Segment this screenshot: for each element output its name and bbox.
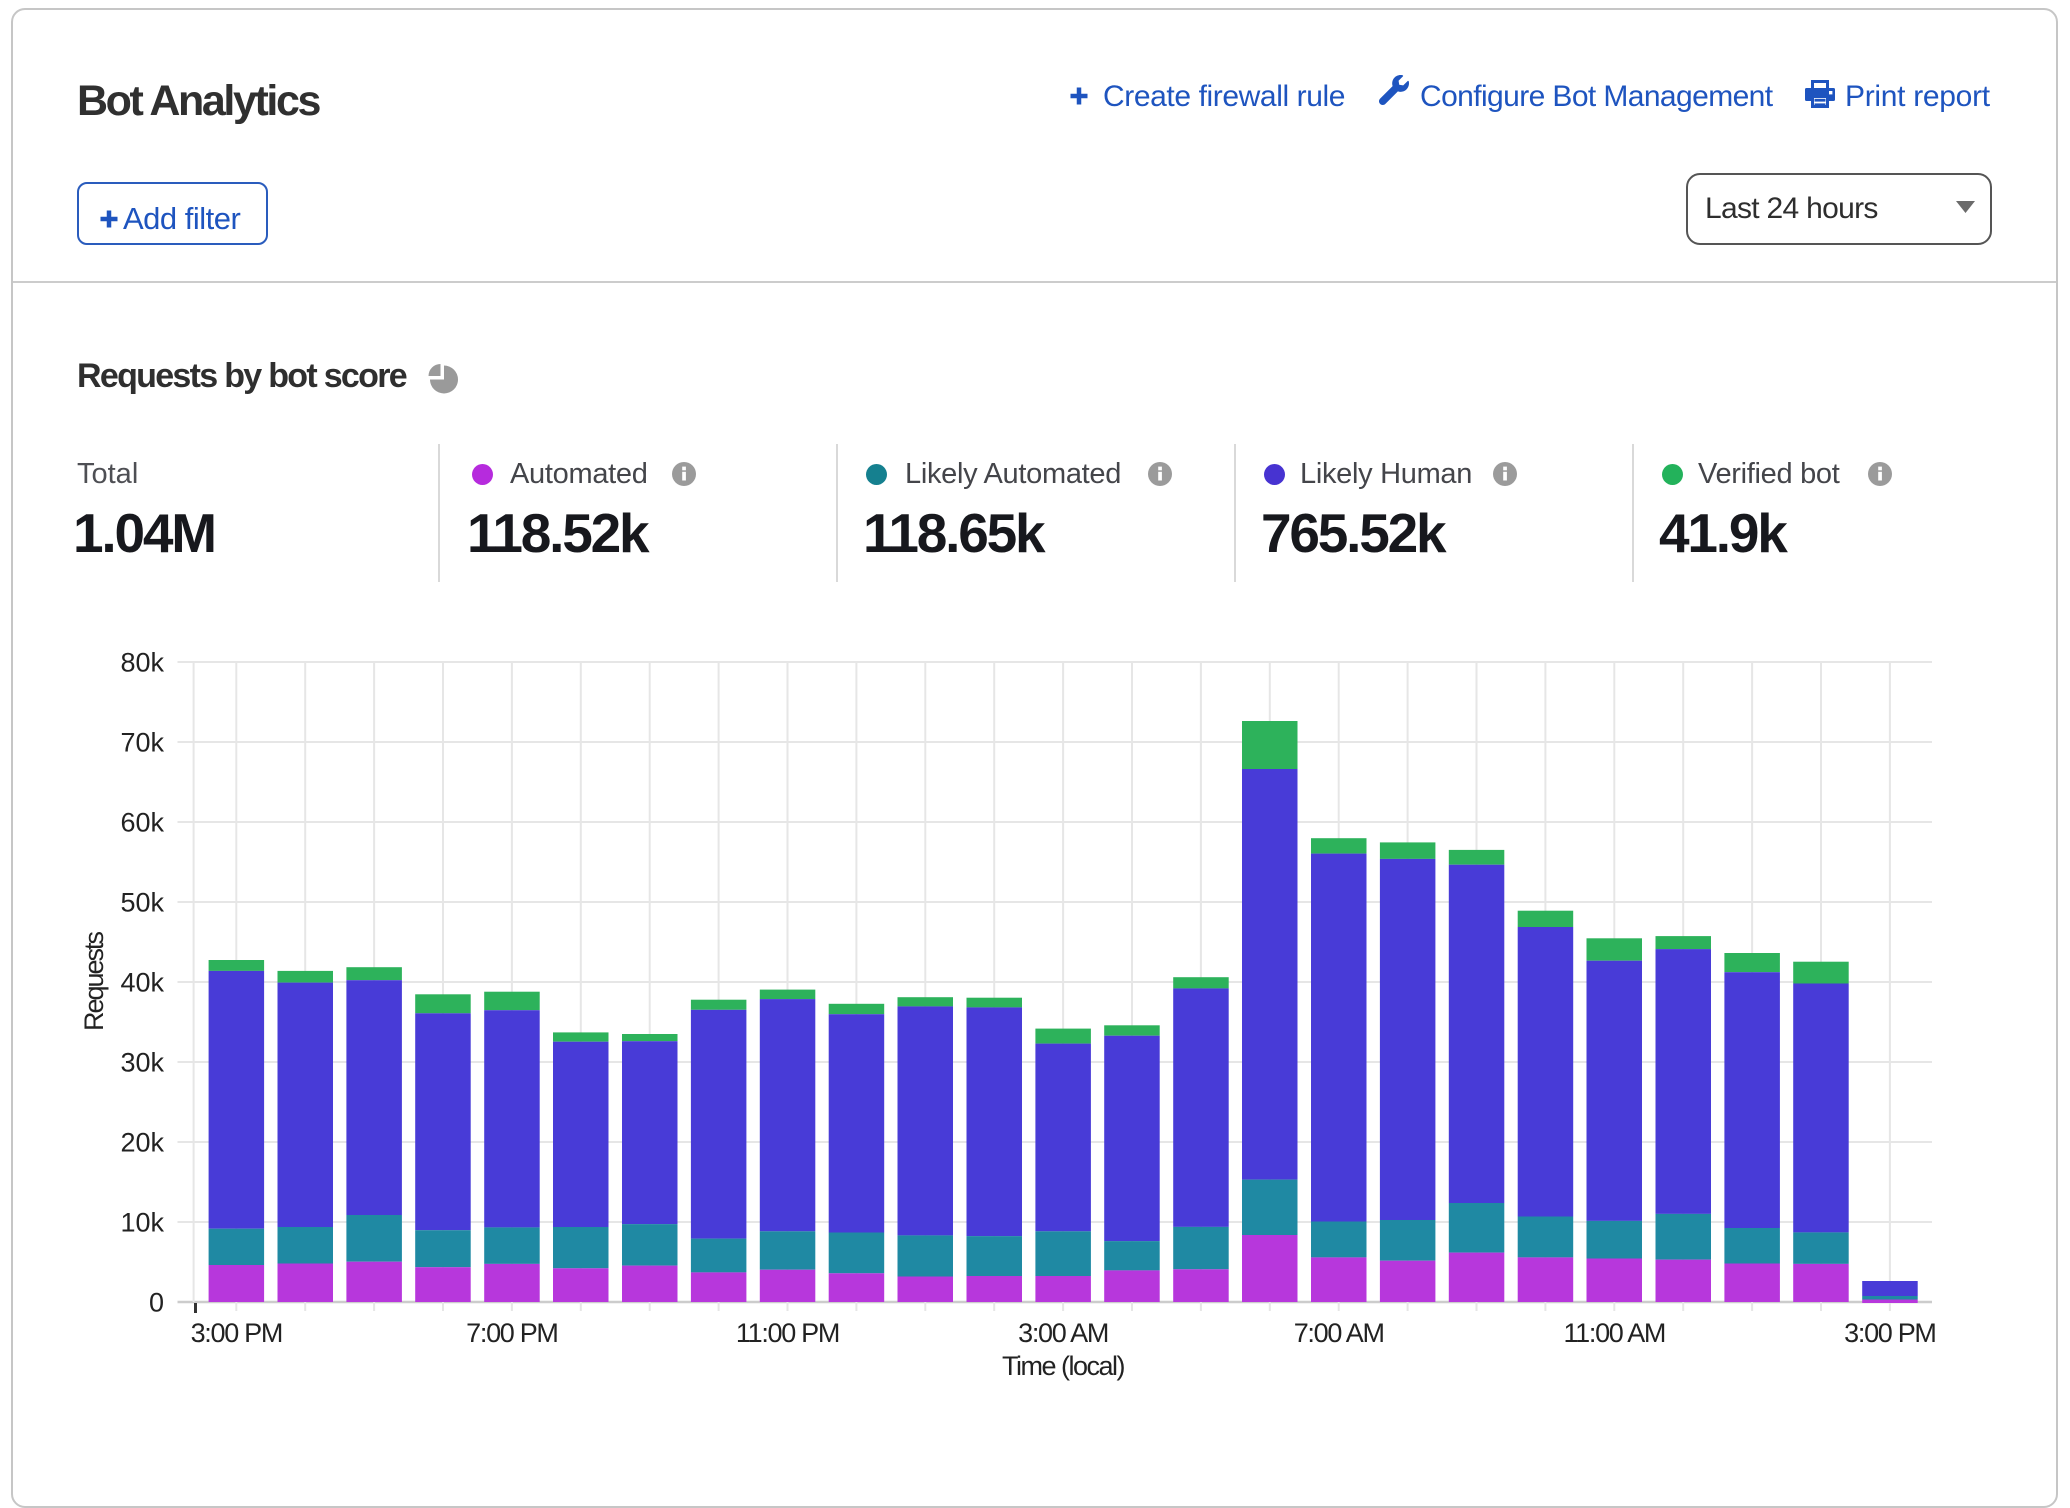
svg-text:7:00 AM: 7:00 AM	[1294, 1318, 1384, 1348]
svg-text:80k: 80k	[120, 648, 164, 678]
svg-text:0: 0	[149, 1288, 164, 1318]
svg-text:3:00 AM: 3:00 AM	[1018, 1318, 1108, 1348]
svg-text:3:00 PM: 3:00 PM	[191, 1318, 282, 1348]
svg-text:11:00 PM: 11:00 PM	[736, 1318, 839, 1348]
svg-text:70k: 70k	[120, 728, 164, 758]
svg-text:20k: 20k	[120, 1128, 164, 1158]
svg-text:50k: 50k	[120, 888, 164, 918]
svg-text:60k: 60k	[120, 808, 164, 838]
svg-text:30k: 30k	[120, 1048, 164, 1078]
svg-text:Requests: Requests	[79, 931, 109, 1031]
svg-text:7:00 PM: 7:00 PM	[466, 1318, 557, 1348]
svg-text:11:00 AM: 11:00 AM	[1563, 1318, 1665, 1348]
svg-text:3:00 PM: 3:00 PM	[1844, 1318, 1935, 1348]
svg-text:40k: 40k	[120, 968, 164, 998]
svg-text:10k: 10k	[120, 1208, 164, 1238]
svg-text:Time (local): Time (local)	[1002, 1351, 1125, 1381]
